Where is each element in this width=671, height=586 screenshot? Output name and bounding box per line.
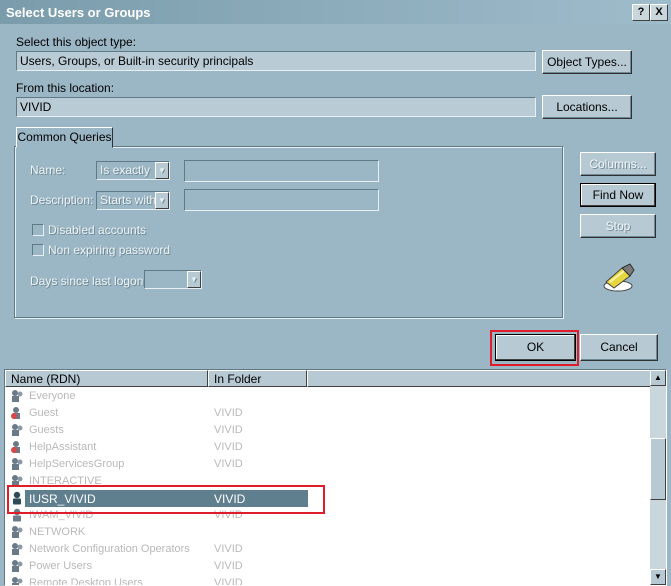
list-item-folder: VIVID — [214, 560, 243, 572]
group-icon — [12, 526, 23, 538]
group-icon — [12, 458, 23, 470]
group-icon — [12, 560, 23, 572]
scroll-thumb[interactable] — [650, 438, 666, 500]
list-item-name: Guest — [29, 407, 59, 419]
description-mode-select[interactable]: Starts with ▼ — [96, 191, 170, 210]
column-header-name[interactable]: Name (RDN) — [5, 370, 208, 387]
results-list[interactable]: Name (RDN) In Folder Everyone Guest VIVI… — [4, 369, 667, 586]
list-item-name: NETWORK — [29, 526, 86, 538]
help-button[interactable]: ? — [632, 4, 650, 21]
chevron-down-icon: ▼ — [155, 192, 169, 209]
non-expiring-checkbox[interactable] — [32, 244, 44, 256]
list-item-folder: VIVID — [214, 458, 243, 470]
list-item-folder: VIVID — [214, 424, 243, 436]
cancel-button[interactable]: Cancel — [580, 334, 658, 361]
object-type-field: Users, Groups, or Built-in security prin… — [16, 51, 536, 71]
list-item[interactable]: Guests VIVID — [7, 422, 652, 439]
list-item-name: Network Configuration Operators — [29, 543, 190, 555]
location-label: From this location: — [16, 81, 115, 95]
column-header-empty — [307, 370, 652, 387]
disabled-user-icon — [11, 441, 20, 453]
close-button[interactable]: X — [650, 4, 668, 21]
disabled-user-icon — [11, 407, 20, 419]
list-item[interactable]: Guest VIVID — [7, 405, 652, 422]
chevron-down-icon: ▼ — [187, 271, 201, 288]
days-since-logon-select[interactable]: ▼ — [144, 270, 202, 289]
group-icon — [12, 577, 23, 585]
name-mode-value: Is exactly — [100, 163, 151, 177]
list-item-name: Power Users — [29, 560, 92, 572]
chevron-down-icon: ▼ — [155, 162, 169, 179]
name-mode-select[interactable]: Is exactly ▼ — [96, 161, 170, 180]
group-icon — [12, 424, 23, 436]
list-item[interactable]: Power Users VIVID — [7, 558, 652, 575]
search-flashlight-icon — [603, 263, 635, 292]
list-item[interactable]: Remote Desktop Users VIVID — [7, 575, 652, 586]
list-item-name: HelpServicesGroup — [29, 458, 125, 470]
selected-row-highlight-box — [7, 485, 325, 514]
description-label: Description: — [30, 193, 94, 207]
object-types-button[interactable]: Object Types... — [542, 50, 632, 74]
list-item-folder: VIVID — [214, 441, 243, 453]
list-item[interactable]: Network Configuration Operators VIVID — [7, 541, 652, 558]
list-item-folder: VIVID — [214, 543, 243, 555]
group-icon — [12, 390, 23, 402]
scroll-up-icon[interactable]: ▲ — [650, 370, 666, 386]
find-now-button[interactable]: Find Now — [580, 183, 656, 207]
column-header-folder[interactable]: In Folder — [208, 370, 307, 387]
list-item-folder: VIVID — [214, 577, 243, 586]
days-since-logon-label: Days since last logon: — [30, 274, 147, 288]
title-bar: Select Users or Groups ? X — [0, 0, 671, 24]
description-mode-value: Starts with — [100, 193, 157, 207]
vertical-scrollbar[interactable]: ▲ ▼ — [650, 370, 666, 585]
tab-common-queries[interactable]: Common Queries — [16, 127, 113, 148]
list-item-name: Remote Desktop Users — [29, 577, 143, 586]
list-item-folder: VIVID — [214, 407, 243, 419]
list-item-name: HelpAssistant — [29, 441, 97, 453]
description-input[interactable] — [184, 189, 379, 211]
list-item-name: Everyone — [29, 390, 76, 402]
disabled-accounts-checkbox[interactable] — [32, 224, 44, 236]
group-icon — [12, 543, 23, 555]
columns-button[interactable]: Columns... — [580, 152, 656, 176]
ok-highlight-box — [490, 330, 579, 366]
locations-button[interactable]: Locations... — [542, 95, 632, 119]
list-item[interactable]: HelpServicesGroup VIVID — [7, 456, 652, 473]
list-item-name: Guests — [29, 424, 64, 436]
location-field: VIVID — [16, 97, 536, 117]
list-item[interactable]: Everyone — [7, 388, 652, 405]
list-item[interactable]: NETWORK — [7, 524, 652, 541]
non-expiring-label: Non expiring password — [48, 243, 171, 257]
name-label: Name: — [30, 163, 66, 177]
disabled-accounts-label: Disabled accounts — [48, 223, 147, 237]
name-input[interactable] — [184, 160, 379, 182]
stop-button[interactable]: Stop — [580, 214, 656, 238]
window-title: Select Users or Groups — [6, 5, 151, 20]
object-type-label: Select this object type: — [16, 35, 137, 49]
list-item[interactable]: HelpAssistant VIVID — [7, 439, 652, 456]
scroll-down-icon[interactable]: ▼ — [650, 569, 666, 585]
